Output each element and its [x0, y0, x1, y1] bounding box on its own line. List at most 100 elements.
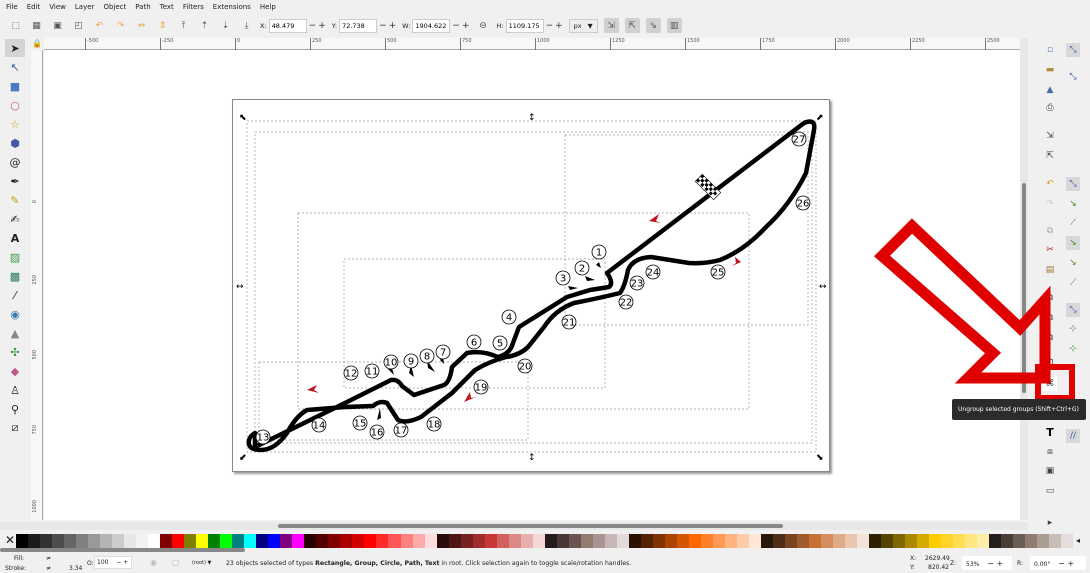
star-tool-icon[interactable]: ☆ [5, 115, 25, 133]
color-swatch[interactable] [244, 534, 257, 548]
lower-to-bottom-icon[interactable]: ⤓ [239, 18, 254, 33]
color-swatch[interactable] [520, 534, 533, 548]
color-swatch[interactable] [616, 534, 629, 548]
paint-bucket-tool-icon[interactable]: ◉ [5, 305, 25, 323]
color-swatch[interactable] [568, 534, 581, 548]
select-all-icon[interactable]: ⬚ [8, 18, 23, 33]
color-swatch[interactable] [352, 534, 365, 548]
color-swatch[interactable] [809, 534, 822, 548]
rotate-ccw-icon[interactable]: ↶ [92, 18, 107, 33]
x-decrement[interactable]: − [309, 21, 317, 31]
color-swatch[interactable] [148, 534, 161, 548]
x-increment[interactable]: + [318, 21, 326, 31]
flip-horizontal-icon[interactable]: ⇔ [134, 18, 149, 33]
color-swatch[interactable] [833, 534, 846, 548]
3d-box-tool-icon[interactable]: ⬢ [5, 134, 25, 152]
color-swatch[interactable] [688, 534, 701, 548]
color-swatch[interactable] [941, 534, 954, 548]
menu-help[interactable]: Help [260, 3, 276, 11]
rotate-cw-icon[interactable]: ↷ [113, 18, 128, 33]
color-swatch[interactable] [797, 534, 810, 548]
deselect-icon[interactable]: ▣ [50, 18, 65, 33]
y-input[interactable] [339, 18, 378, 33]
gradient-tool-icon[interactable]: ▨ [5, 248, 25, 266]
more-icon[interactable]: ▸ [1043, 516, 1057, 530]
fill-indicator[interactable]: ≠ [46, 555, 51, 562]
color-swatch[interactable] [965, 534, 978, 548]
snap-bbox-icon[interactable]: ⤡ [1066, 70, 1080, 84]
color-swatch[interactable] [64, 534, 77, 548]
w-input[interactable] [412, 18, 451, 33]
preferences-icon[interactable]: ▭ [1043, 484, 1057, 498]
color-swatch[interactable] [280, 534, 293, 548]
layer-select[interactable]: (root) ▼ [192, 560, 211, 566]
color-swatch[interactable] [640, 534, 653, 548]
color-swatch[interactable] [112, 534, 125, 548]
color-swatch[interactable] [664, 534, 677, 548]
rectangle-tool-icon[interactable]: ■ [5, 77, 25, 95]
x-input[interactable] [268, 18, 307, 33]
undo-icon[interactable]: ↶ [1043, 177, 1057, 191]
color-swatch[interactable] [316, 534, 329, 548]
color-swatch[interactable] [1037, 534, 1050, 548]
color-swatch[interactable] [508, 534, 521, 548]
color-swatch[interactable] [869, 534, 882, 548]
track-drawing[interactable]: 1234567891011121314 1516 1718192021222324 2… [230, 100, 830, 470]
color-swatch[interactable] [592, 534, 605, 548]
h-increment[interactable]: + [555, 21, 563, 31]
color-swatch[interactable] [460, 534, 473, 548]
menu-layer[interactable]: Layer [75, 3, 95, 11]
menu-file[interactable]: File [6, 3, 18, 11]
eraser-tool-icon[interactable]: ◆ [5, 362, 25, 380]
color-swatch[interactable] [785, 534, 798, 548]
flip-vertical-icon[interactable]: ⇕ [155, 18, 170, 33]
color-swatch[interactable] [736, 534, 749, 548]
color-swatch[interactable] [100, 534, 113, 548]
menu-object[interactable]: Object [103, 3, 126, 11]
touch-select-icon[interactable]: ◰ [71, 18, 86, 33]
lock-layer-icon[interactable]: ▢ [172, 558, 180, 567]
color-swatch[interactable] [881, 534, 894, 548]
stroke-indicator[interactable]: ≠ [46, 565, 51, 572]
text-and-font-icon[interactable]: T [1043, 425, 1057, 439]
color-swatch[interactable] [1025, 534, 1038, 548]
move-patterns-icon[interactable]: ▥ [666, 18, 682, 33]
color-swatch[interactable] [724, 534, 737, 548]
mesh-tool-icon[interactable]: ▩ [5, 267, 25, 285]
color-swatch[interactable] [556, 534, 569, 548]
menu-text[interactable]: Text [160, 3, 174, 11]
color-swatch[interactable] [76, 534, 89, 548]
color-swatch[interactable] [532, 534, 545, 548]
color-swatch[interactable] [712, 534, 725, 548]
color-swatch[interactable] [328, 534, 341, 548]
no-paint-icon[interactable]: ✕ [5, 533, 15, 547]
color-swatch[interactable] [652, 534, 665, 548]
color-swatch[interactable] [220, 534, 233, 548]
raise-to-top-icon[interactable]: ⤒ [176, 18, 191, 33]
color-swatch[interactable] [604, 534, 617, 548]
color-swatch[interactable] [160, 534, 173, 548]
menu-view[interactable]: View [49, 3, 66, 11]
color-swatch[interactable] [52, 534, 65, 548]
color-swatch[interactable] [40, 534, 53, 548]
color-swatch[interactable] [1001, 534, 1014, 548]
color-swatch[interactable] [953, 534, 966, 548]
print-icon[interactable]: ⎙ [1043, 101, 1057, 115]
color-swatch[interactable] [580, 534, 593, 548]
ellipse-tool-icon[interactable]: ○ [5, 96, 25, 114]
snap-path-icon[interactable]: ↘ [1066, 197, 1080, 211]
zoom-input[interactable]: 53% − + [962, 556, 1012, 570]
pencil-tool-icon[interactable]: ✎ [5, 191, 25, 209]
color-swatch[interactable] [388, 534, 401, 548]
lower-icon[interactable]: ⇣ [218, 18, 233, 33]
color-swatch[interactable] [905, 534, 918, 548]
color-palette[interactable] [16, 534, 1074, 548]
opacity-input[interactable]: 100 − + [94, 556, 132, 569]
color-swatch[interactable] [292, 534, 305, 548]
hide-layer-icon[interactable]: ◉ [150, 558, 157, 567]
connector-tool-icon[interactable]: ♙ [5, 381, 25, 399]
color-swatch[interactable] [929, 534, 942, 548]
color-swatch[interactable] [484, 534, 497, 548]
color-swatch[interactable] [496, 534, 509, 548]
menu-extensions[interactable]: Extensions [213, 3, 251, 11]
